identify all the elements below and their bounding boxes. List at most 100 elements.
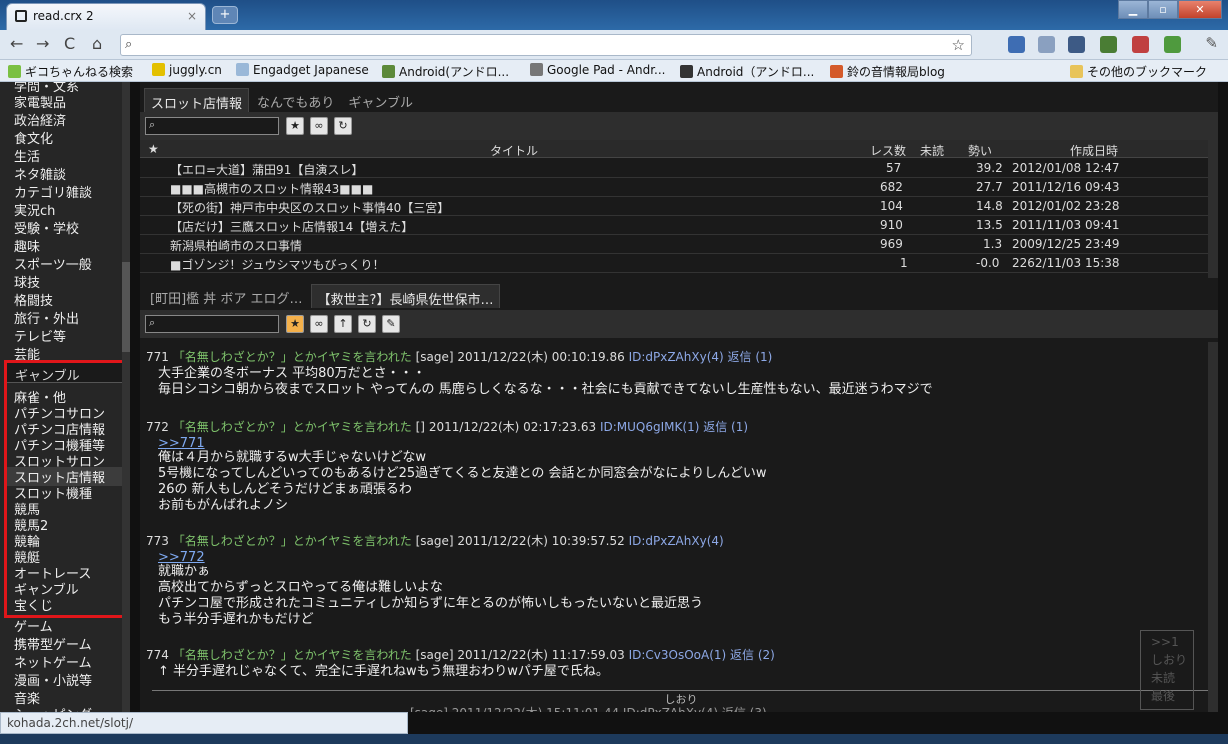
sidebar-item[interactable]: カテゴリ雑談 [14, 182, 92, 201]
sidebar-scrollbar[interactable] [122, 82, 130, 712]
refresh-icon[interactable]: ↻ [334, 117, 352, 135]
bookmark-item[interactable]: Engadget Japanese [236, 63, 369, 77]
link-icon[interactable]: ∞ [310, 315, 328, 333]
group-header[interactable]: ギャンブル [7, 363, 123, 384]
sidebar-item[interactable]: テレビ等 [14, 326, 66, 345]
tab-thread-active[interactable]: 【救世主?】長崎県佐世保市… [310, 284, 501, 308]
table-row[interactable]: ■■■高槻市のスロット情報43■■■ 682 27.7 2011/12/16 09:4… [140, 178, 1208, 197]
browser-tab[interactable]: read.crx 2 × [6, 3, 206, 30]
sidebar-item[interactable]: ショッピング [14, 704, 92, 712]
res-column-header[interactable]: レス数 [870, 142, 906, 159]
speed-column-header[interactable]: 勢い [968, 142, 992, 159]
sidebar-item[interactable]: ゲーム [14, 616, 53, 635]
tab-close-icon[interactable]: × [187, 9, 197, 23]
back-icon[interactable]: ← [10, 34, 23, 53]
sidebar-item[interactable]: 実況ch [14, 200, 55, 219]
reload-icon[interactable]: C [64, 34, 75, 53]
table-row[interactable]: ■ゴゾンジ！ジュウシマツもびっくり！ 1 -0.0 2262/11/03 15:38 [140, 254, 1208, 273]
star-column-header[interactable]: ★ [148, 142, 159, 156]
post-id-link[interactable]: ID:dPxZAhXy(4) [629, 534, 724, 548]
sidebar-item[interactable]: ネットゲーム [14, 652, 92, 671]
reader-extension-icon[interactable] [1038, 36, 1055, 53]
sidebar-item[interactable]: 生活 [14, 146, 40, 165]
sidebar-item[interactable]: 宝くじ [14, 595, 53, 614]
post-id-link[interactable]: ID:dPxZAhXy(4) [629, 350, 724, 364]
reply-link[interactable]: 返信 (2) [730, 648, 775, 662]
sidebar-item[interactable]: 食文化 [14, 128, 53, 147]
bookmark-item[interactable]: juggly.cn [152, 63, 222, 77]
home-icon[interactable]: ⌂ [92, 34, 102, 53]
sidebar-item[interactable]: ネタ雑談 [14, 164, 66, 183]
post-header: 772 「名無しわざとか？」とかイヤミを言われた [] 2011/12/22(木… [146, 420, 749, 434]
board-search-input[interactable]: ⌕ [145, 117, 279, 135]
post-body: ↑ 半分手遅れじゃなくて、完全に手遅れねwもう無理おわりwパチ屋で氏ね。 [158, 664, 609, 679]
reply-link[interactable]: 返信 (1) [728, 350, 773, 364]
bookmark-star-icon[interactable]: ☆ [952, 36, 965, 54]
nav-unread-link[interactable]: 未読 [1151, 669, 1193, 687]
bookmark-item[interactable]: Google Pad - Andr... [530, 63, 665, 77]
bookmark-item[interactable]: 鈴の音情報局blog [830, 63, 945, 80]
new-tab-button[interactable]: + [212, 6, 238, 24]
sidebar-item[interactable]: 格闘技 [14, 290, 53, 309]
title-column-header[interactable]: タイトル [490, 142, 538, 159]
sidebar-item[interactable]: 携帯型ゲーム [14, 634, 92, 653]
board-tabs: スロット店情報 なんでもあり ギャンブル [144, 88, 421, 112]
minimize-icon[interactable]: ▁ [1118, 0, 1148, 19]
table-row[interactable]: 【死の街】神戸市中央区のスロット事情40【三宮】 104 14.8 2012/01/0… [140, 197, 1208, 216]
posts-scrollbar[interactable] [1208, 342, 1218, 712]
refresh-icon[interactable]: ↻ [358, 315, 376, 333]
tab-board-gamble[interactable]: ギャンブル [342, 88, 419, 112]
evernote-extension-icon[interactable] [1164, 36, 1181, 53]
table-row[interactable]: 【店だけ】三鷹スロット店情報14【増えた】 910 13.5 2011/11/03 0… [140, 216, 1208, 235]
link-icon[interactable]: ∞ [310, 117, 328, 135]
tab-board-anything[interactable]: なんでもあり [251, 88, 340, 112]
maximize-icon[interactable]: ▫ [1148, 0, 1178, 19]
wrench-icon[interactable]: ✎ [1205, 34, 1218, 52]
share-extension-icon[interactable] [1068, 36, 1085, 53]
unread-column-header[interactable]: 未読 [920, 142, 944, 159]
bookmark-item[interactable]: ギコちゃんねる検索 [8, 63, 133, 80]
post-id-link[interactable]: ID:Cv3OsOoA(1) [629, 648, 727, 662]
tab-board-slot-shop[interactable]: スロット店情報 [144, 88, 250, 112]
sidebar-item[interactable]: 受験・学校 [14, 218, 79, 237]
nav-first-link[interactable]: >>1 [1151, 633, 1193, 651]
bookmark-item[interactable]: Android(アンドロ... [382, 63, 509, 80]
download-extension-icon[interactable] [1008, 36, 1025, 53]
phone-extension-icon[interactable] [1100, 36, 1117, 53]
sidebar-item[interactable]: 趣味 [14, 236, 40, 255]
anchor-link[interactable]: >>771 [158, 436, 205, 451]
table-row[interactable]: 新潟県柏崎市のスロ事情 969 1.3 2009/12/25 23:49 [140, 235, 1208, 254]
anchor-link[interactable]: >>772 [158, 550, 205, 565]
favorite-icon[interactable]: ★ [286, 315, 304, 333]
scrollbar-thumb[interactable] [122, 262, 130, 352]
tab-thread[interactable]: [町田]檻 丼 ボア エログ… [144, 284, 309, 308]
nav-bookmark-link[interactable]: しおり [1151, 651, 1193, 669]
scroll-top-icon[interactable]: ↑ [334, 315, 352, 333]
other-bookmarks[interactable]: その他のブックマーク [1070, 63, 1207, 80]
window-controls: ▁ ▫ ✕ [1118, 0, 1222, 20]
address-bar[interactable]: ⌕ ☆ [120, 34, 972, 56]
app-favicon-icon [15, 10, 27, 22]
gift-extension-icon[interactable] [1132, 36, 1149, 53]
write-icon[interactable]: ✎ [382, 315, 400, 333]
favorite-icon[interactable]: ★ [286, 117, 304, 135]
created-column-header[interactable]: 作成日時 [1070, 142, 1118, 159]
sidebar-item[interactable]: 旅行・外出 [14, 308, 79, 327]
thread-list-scrollbar[interactable] [1208, 140, 1218, 278]
sidebar-item[interactable]: 政治経済 [14, 110, 66, 129]
board-sidebar: 学問・文系 家電製品 政治経済 食文化 生活 ネタ雑談 カテゴリ雑談 実況ch … [0, 82, 130, 712]
forward-icon[interactable]: → [36, 34, 49, 53]
bookmark-item[interactable]: Android（アンドロ... [680, 63, 814, 80]
table-row[interactable]: 【エロ=大道】蒲田91【自演スレ】 57 39.2 2012/01/08 12:47 [140, 159, 1208, 178]
nav-last-link[interactable]: 最後 [1151, 687, 1193, 705]
post-id-link[interactable]: ID:MUQ6gIMK(1) [600, 420, 699, 434]
sidebar-item[interactable]: 球技 [14, 272, 40, 291]
tab-title: read.crx 2 [33, 9, 94, 23]
sidebar-item[interactable]: スポーツ一般 [14, 254, 92, 273]
thread-search-input[interactable]: ⌕ [145, 315, 279, 333]
bookmark-favicon-icon [830, 65, 843, 78]
sidebar-item[interactable]: 家電製品 [14, 92, 66, 111]
reply-link[interactable]: 返信 (1) [703, 420, 748, 434]
sidebar-item[interactable]: 漫画・小説等 [14, 670, 92, 689]
close-window-icon[interactable]: ✕ [1178, 0, 1222, 19]
